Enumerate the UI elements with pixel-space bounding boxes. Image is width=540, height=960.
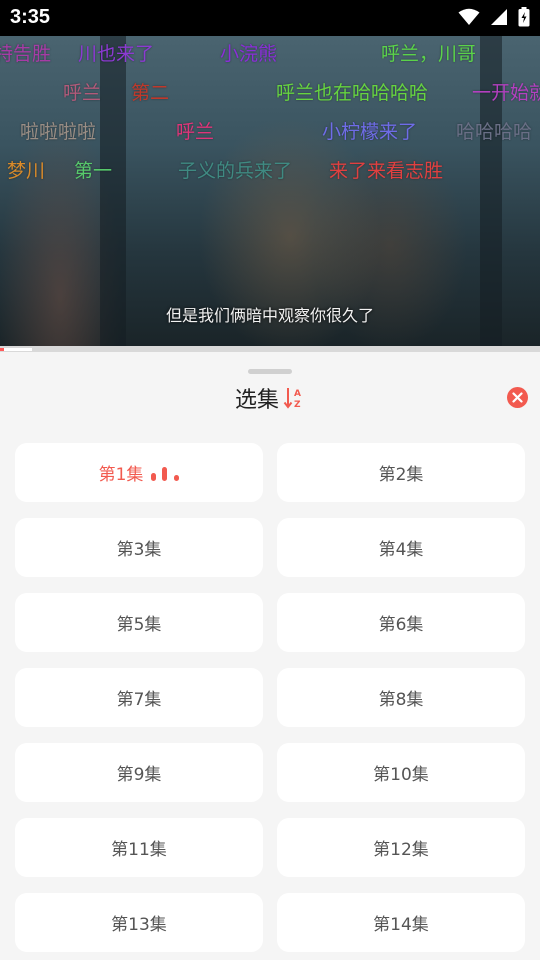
sheet-header: 选集 A Z	[0, 382, 540, 414]
episode-item[interactable]: 第10集	[277, 743, 525, 802]
danmaku-item: 第二	[131, 82, 170, 104]
signal-icon	[491, 9, 507, 25]
episode-item[interactable]: 第9集	[15, 743, 263, 802]
episode-label: 第14集	[373, 915, 429, 935]
episode-label: 第7集	[116, 690, 162, 710]
episode-label: 第10集	[373, 765, 429, 785]
episode-item[interactable]: 第2集	[277, 443, 525, 502]
episode-item[interactable]: 第4集	[277, 518, 525, 577]
episode-item[interactable]: 第8集	[277, 668, 525, 727]
episode-item[interactable]: 第3集	[15, 518, 263, 577]
episode-item[interactable]: 第6集	[277, 593, 525, 652]
danmaku-item: 川也来了	[78, 43, 155, 65]
danmaku-item: 小柠檬来了	[322, 121, 418, 143]
danmaku-item: 子义的兵来了	[178, 160, 293, 182]
now-playing-icon	[149, 465, 180, 481]
close-button[interactable]	[507, 387, 528, 408]
episode-label: 第13集	[111, 915, 167, 935]
episode-item[interactable]: 第13集	[15, 893, 263, 952]
danmaku-item: 呼兰	[63, 82, 102, 104]
sort-az-icon[interactable]: A Z	[283, 386, 305, 410]
episode-item[interactable]: 第12集	[277, 818, 525, 877]
episode-label: 第4集	[378, 540, 424, 560]
video-scene	[100, 36, 126, 346]
danmaku-item: 呼兰，川哥	[381, 43, 477, 65]
svg-text:Z: Z	[294, 400, 301, 410]
episode-item[interactable]: 第7集	[15, 668, 263, 727]
video-player[interactable]: 特告胜 川也来了 小浣熊 呼兰，川哥 呼兰 第二 呼兰也在哈哈哈哈 一开始就 啦…	[0, 36, 540, 346]
episode-item[interactable]: 第14集	[277, 893, 525, 952]
danmaku-item: 小浣熊	[220, 43, 278, 65]
sheet-title: 选集	[234, 388, 279, 413]
episode-label: 第3集	[116, 540, 162, 560]
episode-label: 第9集	[116, 765, 162, 785]
episode-item[interactable]: 第5集	[15, 593, 263, 652]
progress-buffered	[0, 348, 33, 351]
episode-label: 第8集	[378, 690, 424, 710]
danmaku-item: 一开始就	[472, 82, 540, 104]
status-bar: 3:35	[0, 0, 540, 36]
close-icon	[512, 392, 523, 403]
episode-item[interactable]: 第11集	[15, 818, 263, 877]
episode-item[interactable]: 第1集	[15, 443, 263, 502]
episode-sheet: 选集 A Z 第1集 第2集第3集 第4集第5集 第6集第7集 第8集第9集 第10集第1…	[0, 352, 540, 960]
progress-played	[0, 348, 4, 351]
svg-text:A: A	[294, 389, 301, 399]
episode-label: 第1集	[98, 465, 144, 485]
battery-icon	[518, 7, 530, 27]
danmaku-item: 来了来看志胜	[329, 160, 444, 182]
danmaku-item: 特告胜	[0, 43, 52, 65]
status-icons	[458, 7, 530, 27]
danmaku-item: 第一	[74, 160, 113, 182]
episode-label: 第2集	[378, 465, 424, 485]
danmaku-item: 哈哈哈哈	[456, 121, 533, 143]
wifi-icon	[458, 8, 480, 25]
danmaku-item: 啦啦啦啦	[20, 121, 97, 143]
video-subtitle: 但是我们俩暗中观察你很久了	[165, 306, 374, 325]
danmaku-item: 呼兰也在哈哈哈哈	[276, 82, 429, 104]
danmaku-item: 梦川	[7, 160, 46, 182]
drag-handle[interactable]	[248, 369, 292, 374]
episode-label: 第6集	[378, 615, 424, 635]
episode-label: 第12集	[373, 840, 429, 860]
danmaku-item: 呼兰	[176, 121, 215, 143]
episode-label: 第11集	[111, 840, 167, 860]
status-time: 3:35	[10, 6, 51, 28]
episode-label: 第5集	[116, 615, 162, 635]
